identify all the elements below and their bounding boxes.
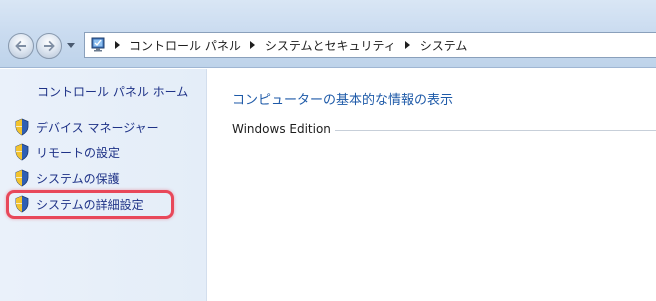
control-panel-icon bbox=[89, 36, 109, 54]
task-label: システムの詳細設定 bbox=[36, 197, 144, 212]
task-device-manager[interactable]: デバイス マネージャー bbox=[14, 117, 159, 137]
section-divider bbox=[334, 129, 656, 131]
back-arrow-icon bbox=[15, 40, 26, 52]
task-label: リモートの設定 bbox=[36, 145, 121, 160]
breadcrumb-separator-icon[interactable] bbox=[245, 36, 261, 54]
forward-button[interactable] bbox=[36, 33, 62, 59]
breadcrumb-separator-icon[interactable] bbox=[109, 36, 125, 54]
address-bar[interactable]: コントロール パネル システムとセキュリティ システム bbox=[84, 32, 656, 58]
back-button[interactable] bbox=[8, 33, 34, 59]
window-chrome: コントロール パネル システムとセキュリティ システム bbox=[0, 0, 656, 68]
task-remote-settings[interactable]: リモートの設定 bbox=[14, 142, 120, 162]
section-heading-label: Windows Edition bbox=[232, 122, 331, 136]
task-system-protection[interactable]: システムの保護 bbox=[14, 168, 120, 188]
breadcrumb-separator-icon[interactable] bbox=[400, 36, 416, 54]
task-label: システムの保護 bbox=[36, 171, 120, 186]
page-title: コンピューターの基本的な情報の表示 bbox=[232, 93, 454, 108]
navigation-buttons bbox=[8, 33, 78, 59]
task-label: デバイス マネージャー bbox=[36, 120, 159, 135]
forward-arrow-icon bbox=[44, 40, 55, 52]
breadcrumb-system[interactable]: システム bbox=[416, 37, 472, 54]
uac-shield-icon bbox=[15, 143, 29, 161]
task-advanced-system-settings[interactable]: システムの詳細設定 bbox=[14, 194, 144, 214]
chevron-down-icon bbox=[67, 43, 75, 48]
uac-shield-icon bbox=[15, 169, 29, 187]
recent-pages-button[interactable] bbox=[66, 41, 76, 51]
task-pane: コントロール パネル ホーム デバイス マネージャー リモートの設定 システムの… bbox=[0, 69, 207, 301]
breadcrumb-control-panel[interactable]: コントロール パネル bbox=[125, 37, 245, 54]
uac-shield-icon bbox=[15, 118, 29, 136]
main-content: コンピューターの基本的な情報の表示 Windows Edition bbox=[208, 69, 656, 301]
uac-shield-icon bbox=[15, 195, 29, 213]
section-heading: Windows Edition bbox=[232, 121, 656, 137]
control-panel-home-link[interactable]: コントロール パネル ホーム bbox=[37, 83, 188, 100]
breadcrumb-system-and-security[interactable]: システムとセキュリティ bbox=[261, 37, 400, 54]
